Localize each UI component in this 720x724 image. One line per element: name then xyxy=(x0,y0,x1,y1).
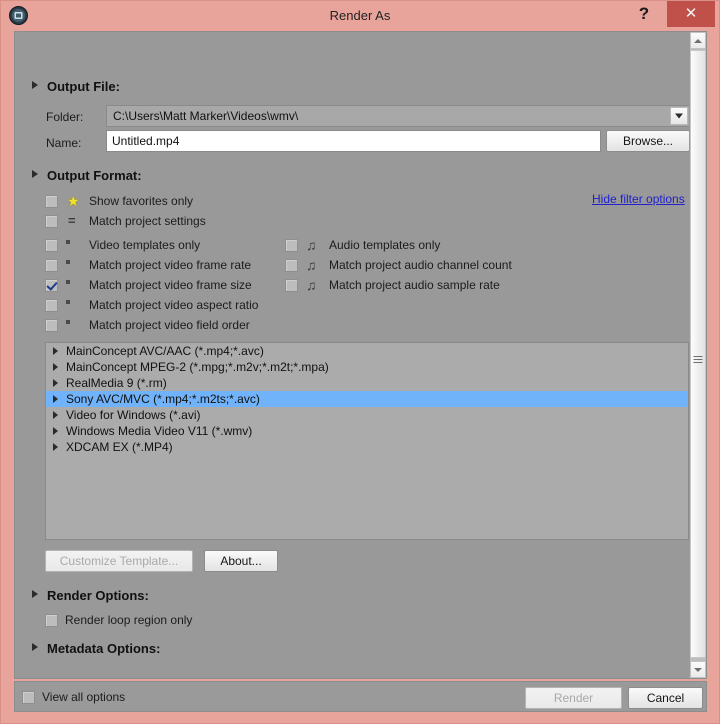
list-item[interactable]: Windows Media Video V11 (*.wmv) xyxy=(46,423,688,439)
expander-triangle-icon[interactable] xyxy=(53,411,58,419)
list-item-label: Sony AVC/MVC (*.mp4;*.m2ts;*.avc) xyxy=(66,392,260,406)
expander-triangle-icon[interactable] xyxy=(53,379,58,387)
scrollbar-grip-icon xyxy=(693,356,703,364)
close-button[interactable]: ✕ xyxy=(667,1,715,27)
name-label: Name: xyxy=(46,136,82,150)
filter-label: Match project settings xyxy=(89,214,206,228)
list-item-label: RealMedia 9 (*.rm) xyxy=(66,376,167,390)
filter-label: Match project video field order xyxy=(89,318,250,332)
about-button[interactable]: About... xyxy=(204,550,278,572)
filter-label: Match project video aspect ratio xyxy=(89,298,259,312)
render-as-dialog: Render As ? ✕ Output File: Folder: C:\Us… xyxy=(0,0,720,724)
name-input[interactable]: Untitled.mp4 xyxy=(106,130,601,152)
filter-label: Audio templates only xyxy=(329,238,441,252)
scrollable-panel: Output File: Folder: C:\Users\Matt Marke… xyxy=(15,32,691,678)
section-render-options-label: Render Options: xyxy=(47,588,149,603)
list-item[interactable]: MainConcept MPEG-2 (*.mpg;*.m2v;*.m2t;*.… xyxy=(46,359,688,375)
list-item-label: MainConcept AVC/AAC (*.mp4;*.avc) xyxy=(66,344,264,358)
expander-triangle-icon[interactable] xyxy=(53,443,58,451)
list-item-selected[interactable]: Sony AVC/MVC (*.mp4;*.m2ts;*.avc) xyxy=(46,391,688,407)
expander-triangle-icon[interactable] xyxy=(53,395,58,403)
expander-triangle-icon[interactable] xyxy=(53,427,58,435)
expander-triangle-icon xyxy=(32,643,38,651)
music-note-icon: ♫ xyxy=(306,277,317,293)
folder-combobox[interactable]: C:\Users\Matt Marker\Videos\wmv\ xyxy=(106,105,690,127)
scroll-up-arrow-icon xyxy=(694,38,702,43)
film-icon xyxy=(66,238,81,252)
help-button[interactable]: ? xyxy=(627,1,661,27)
filter-label: Show favorites only xyxy=(89,194,194,208)
film-icon xyxy=(66,318,81,332)
browse-button[interactable]: Browse... xyxy=(606,130,690,152)
section-metadata-options[interactable]: Metadata Options: xyxy=(32,641,160,656)
film-icon xyxy=(66,278,81,292)
music-note-icon: ♫ xyxy=(306,237,317,253)
checkbox[interactable] xyxy=(285,239,298,252)
list-item-label: MainConcept MPEG-2 (*.mpg;*.m2v;*.m2t;*.… xyxy=(66,360,329,374)
section-output-file-label: Output File: xyxy=(47,79,120,94)
music-note-icon: ♫ xyxy=(306,257,317,273)
scrollbar-thumb[interactable] xyxy=(690,50,706,658)
equals-icon: = xyxy=(68,213,76,228)
section-render-options[interactable]: Render Options: xyxy=(32,588,149,603)
list-item[interactable]: RealMedia 9 (*.rm) xyxy=(46,375,688,391)
section-output-file[interactable]: Output File: xyxy=(32,79,120,94)
filter-label: Match project audio sample rate xyxy=(329,278,500,292)
checkbox[interactable] xyxy=(45,259,58,272)
filter-label: Match project audio channel count xyxy=(329,258,512,272)
scroll-down-arrow-icon xyxy=(694,667,702,672)
checkbox[interactable] xyxy=(45,279,58,292)
checkbox[interactable] xyxy=(45,299,58,312)
star-icon: ★ xyxy=(67,193,80,209)
filter-label: Match project video frame rate xyxy=(89,258,252,272)
customize-template-button[interactable]: Customize Template... xyxy=(45,550,193,572)
film-icon xyxy=(66,298,81,312)
folder-label: Folder: xyxy=(46,110,84,124)
list-item[interactable]: Video for Windows (*.avi) xyxy=(46,407,688,423)
checkbox[interactable] xyxy=(285,259,298,272)
list-item[interactable]: MainConcept AVC/AAC (*.mp4;*.avc) xyxy=(46,343,688,359)
expander-triangle-icon xyxy=(32,170,38,178)
checkbox[interactable] xyxy=(285,279,298,292)
render-button[interactable]: Render xyxy=(525,687,622,709)
expander-triangle-icon[interactable] xyxy=(53,363,58,371)
checkbox[interactable] xyxy=(45,319,58,332)
view-all-options-label: View all options xyxy=(42,690,126,704)
checkbox[interactable] xyxy=(45,239,58,252)
title-bar: Render As ? ✕ xyxy=(1,1,719,30)
section-output-format[interactable]: Output Format: xyxy=(32,168,142,183)
filter-label: Match project video frame size xyxy=(89,278,252,292)
window-title: Render As xyxy=(329,8,391,23)
checkbox[interactable] xyxy=(45,215,58,228)
name-value: Untitled.mp4 xyxy=(112,134,180,148)
checkbox[interactable] xyxy=(45,614,58,627)
checkbox[interactable] xyxy=(45,195,58,208)
vertical-scrollbar[interactable] xyxy=(689,32,706,678)
dialog-content: Output File: Folder: C:\Users\Matt Marke… xyxy=(14,31,707,679)
hide-filter-options-link[interactable]: Hide filter options xyxy=(592,192,685,206)
scroll-up-button[interactable] xyxy=(690,32,706,49)
list-item-label: Video for Windows (*.avi) xyxy=(66,408,201,422)
expander-triangle-icon[interactable] xyxy=(53,347,58,355)
scroll-down-button[interactable] xyxy=(690,661,706,678)
format-list[interactable]: MainConcept AVC/AAC (*.mp4;*.avc) MainCo… xyxy=(45,342,689,540)
cancel-button[interactable]: Cancel xyxy=(628,687,703,709)
list-item-label: XDCAM EX (*.MP4) xyxy=(66,440,173,454)
filter-label: Video templates only xyxy=(89,238,201,252)
list-item[interactable]: XDCAM EX (*.MP4) xyxy=(46,439,688,455)
list-item-label: Windows Media Video V11 (*.wmv) xyxy=(66,424,253,438)
folder-value: C:\Users\Matt Marker\Videos\wmv\ xyxy=(113,109,299,123)
section-metadata-options-label: Metadata Options: xyxy=(47,641,161,656)
dialog-footer: View all options Render Cancel xyxy=(14,681,707,712)
section-output-format-label: Output Format: xyxy=(47,168,142,183)
expander-triangle-icon xyxy=(32,590,38,598)
expander-triangle-icon xyxy=(32,81,38,89)
render-loop-region-label: Render loop region only xyxy=(65,613,193,627)
film-icon xyxy=(66,258,81,272)
folder-dropdown-arrow-icon[interactable] xyxy=(670,107,688,125)
checkbox[interactable] xyxy=(22,691,35,704)
